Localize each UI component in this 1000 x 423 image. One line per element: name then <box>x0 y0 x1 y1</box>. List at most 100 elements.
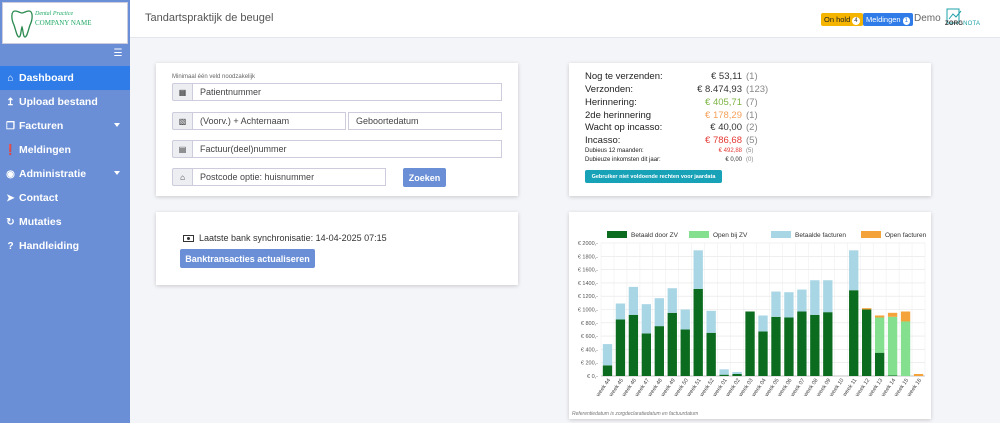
stat-row: Nog te verzenden: € 53,11 (1) <box>585 71 758 82</box>
postcode-input[interactable] <box>192 168 386 186</box>
patient-number-input[interactable] <box>192 83 502 101</box>
stat-value[interactable]: € 53,11 <box>679 71 742 82</box>
bar-segment <box>680 309 690 330</box>
bar-segment <box>797 311 807 376</box>
y-tick-label: € 400,- <box>581 347 598 353</box>
bar-segment <box>771 291 781 317</box>
y-tick-label: € 1400,- <box>578 281 598 287</box>
chevron-down-icon <box>114 171 120 175</box>
bar-segment <box>784 292 794 318</box>
stat-row: Herinnering: € 405,71 (7) <box>585 97 758 108</box>
stat-label: Verzonden: <box>585 84 634 95</box>
bar-segment <box>758 331 768 376</box>
sidebar: Dental Practice COMPANY NAME ☰ ⌂ Dashboa… <box>0 0 130 423</box>
question-icon: ? <box>7 240 14 252</box>
sidebar-item-mutaties[interactable]: ↻ Mutaties <box>0 210 130 234</box>
weekly-revenue-chart-card: € 0,- € 200,- € 400,- € 600,- € 800,- € 1000,… <box>569 212 931 419</box>
y-tick-label: € 2000,- <box>578 241 598 247</box>
bar-segment <box>654 326 664 376</box>
paper-plane-icon: ➤ <box>6 192 15 204</box>
y-tick-label: € 1600,- <box>578 268 598 274</box>
stat-value[interactable]: € 0,00 <box>679 157 742 163</box>
bar-segment <box>602 344 613 366</box>
bar-segment <box>862 309 872 376</box>
bar-segment <box>784 317 794 376</box>
sidebar-item-label: Dashboard <box>19 72 74 84</box>
company-logo[interactable]: Dental Practice COMPANY NAME <box>2 2 128 44</box>
bar-segment <box>667 288 677 313</box>
bar-segment <box>732 374 742 376</box>
sidebar-item-handleiding[interactable]: ? Handleiding <box>0 234 130 258</box>
sidebar-toggle-icon[interactable]: ☰ <box>112 49 124 59</box>
on-hold-badge[interactable]: On hold 4 <box>821 13 863 26</box>
postcode-row: ⌂ <box>172 168 386 186</box>
search-button[interactable]: Zoeken <box>403 168 446 187</box>
bar-segment <box>900 311 911 322</box>
bar-segment <box>602 365 613 376</box>
stat-value[interactable]: € 492,88 <box>679 148 742 154</box>
bar-segment <box>732 372 742 375</box>
stat-count: (123) <box>746 84 769 95</box>
stat-row: Verzonden: € 8.474,93 (123) <box>585 84 768 95</box>
y-tick-label: € 1200,- <box>578 294 598 300</box>
sidebar-item-dashboard[interactable]: ⌂ Dashboard <box>0 66 130 90</box>
bar-segment <box>887 316 898 376</box>
bar-segment <box>887 375 898 376</box>
invoice-number-input[interactable] <box>192 140 502 158</box>
legend-label: Betaalde facturen <box>795 232 846 239</box>
stat-label: Dubieus 12 maanden: <box>585 148 644 154</box>
zorgnota-logo-icon <box>946 8 962 24</box>
upload-icon: ↥ <box>6 96 15 108</box>
sidebar-item-meldingen[interactable]: ❗ Meldingen <box>0 138 130 162</box>
stat-label: Nog te verzenden: <box>585 71 663 82</box>
money-bill-icon <box>183 234 194 242</box>
birth-date-input[interactable] <box>348 112 502 130</box>
stat-count: (5) <box>746 135 758 146</box>
refresh-bank-transactions-button[interactable]: Banktransacties actualiseren <box>180 249 315 268</box>
stat-value[interactable]: € 8.474,93 <box>679 84 742 95</box>
stat-count: (0) <box>746 157 754 163</box>
bar-segment <box>758 315 768 332</box>
year-data-rights-button[interactable]: Gebruiker niet voldoende rechten voor ja… <box>585 170 722 183</box>
sidebar-item-upload[interactable]: ↥ Upload bestand <box>0 90 130 114</box>
bar-segment <box>641 304 652 334</box>
chart-footnote: Referentiedatum is zorgdeclaratiedatum e… <box>572 411 699 417</box>
bar-segment <box>887 312 898 317</box>
notifications-badge[interactable]: Meldingen 1 <box>863 13 913 26</box>
user-name[interactable]: Demo <box>914 13 941 24</box>
stat-count: (5) <box>746 148 754 154</box>
last-name-input[interactable] <box>192 112 346 130</box>
bar-segment <box>693 288 703 376</box>
y-tick-label: € 1000,- <box>578 308 598 314</box>
notifications-label: Meldingen <box>866 15 901 24</box>
stat-count: (1) <box>746 110 758 121</box>
top-header: Tandartspraktijk de beugel On hold 4 Meld… <box>130 0 1000 38</box>
y-tick-label: € 1800,- <box>578 254 598 260</box>
bar-segment <box>667 312 677 376</box>
bar-segment <box>810 314 820 376</box>
stat-value[interactable]: € 405,71 <box>679 97 742 108</box>
house-icon: ⌂ <box>172 168 192 186</box>
bar-segment <box>797 289 807 312</box>
chevron-down-icon <box>114 123 120 127</box>
bar-segment <box>771 316 781 376</box>
sidebar-nav: ⌂ Dashboard ↥ Upload bestand ❐ Facturen … <box>0 66 130 258</box>
sidebar-item-contact[interactable]: ➤ Contact <box>0 186 130 210</box>
stat-count: (7) <box>746 97 758 108</box>
sidebar-item-facturen[interactable]: ❐ Facturen <box>0 114 130 138</box>
y-tick-label: € 0,- <box>587 374 598 380</box>
legend-swatch <box>689 231 709 238</box>
logo-line1: Dental Practice <box>35 11 74 17</box>
patient-number-row: ▦ <box>172 83 502 101</box>
bar-segment <box>849 250 859 291</box>
sidebar-item-administratie[interactable]: ◉ Administratie <box>0 162 130 186</box>
y-tick-label: € 200,- <box>581 361 598 367</box>
bar-segment <box>874 352 885 376</box>
bar-segment <box>628 314 639 376</box>
tooth-logo-icon <box>11 10 33 38</box>
bar-segment <box>874 317 885 353</box>
stat-value[interactable]: € 40,00 <box>679 122 742 133</box>
stat-value[interactable]: € 178,29 <box>679 110 742 121</box>
stat-value[interactable]: € 786,68 <box>679 135 742 146</box>
stat-row: Dubieuze inkomsten dit jaar: € 0,00 (0) <box>585 157 755 163</box>
